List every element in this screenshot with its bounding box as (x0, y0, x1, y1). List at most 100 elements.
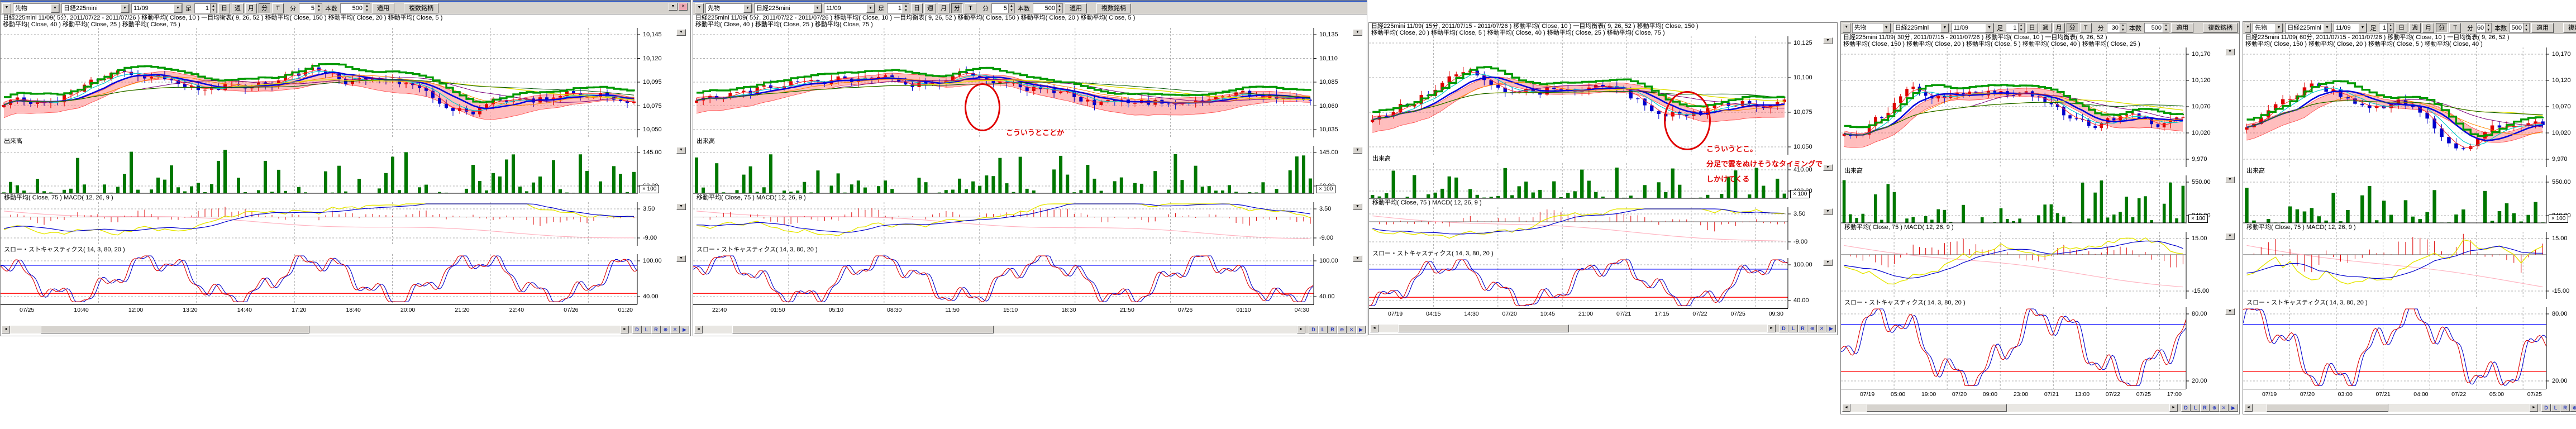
volume-chart-plot[interactable] (2243, 175, 2576, 223)
price-chart[interactable]: 10,14510,12010,09510,07510,050▼ (1, 28, 690, 137)
scroll-right-button[interactable]: ► (621, 326, 629, 333)
spin-down-icon[interactable]: ▼ (2163, 28, 2169, 32)
stochastics-chart-plot[interactable] (693, 254, 1367, 304)
scroll-left-button[interactable]: ◄ (2, 326, 10, 333)
section-scroll-down-button[interactable]: ▼ (1353, 255, 1362, 262)
section-scroll-down-button[interactable]: ▼ (676, 147, 686, 154)
period-button-1[interactable]: 週 (2409, 23, 2421, 33)
tool-button-1[interactable]: L (2551, 404, 2560, 412)
spin-up-icon[interactable]: ▲ (2388, 23, 2393, 28)
section-scroll-down-button[interactable]: ▼ (1823, 208, 1833, 215)
market-select[interactable]: 先物▼ (1852, 23, 1891, 33)
contract-month-select[interactable]: 11/09▼ (131, 3, 183, 13)
tool-button-0[interactable]: D (632, 326, 642, 333)
symbol-select[interactable]: 日経225mini▼ (1893, 23, 1950, 33)
section-scroll-down-button[interactable]: ▼ (1353, 29, 1362, 36)
period-button-0[interactable]: 日 (911, 3, 923, 13)
tool-button-4[interactable]: ✕ (1347, 326, 1356, 333)
chevron-down-icon[interactable]: ▼ (743, 4, 752, 13)
tool-button-0[interactable]: D (1779, 325, 1788, 332)
spin-down-icon[interactable]: ▼ (316, 8, 322, 13)
tool-button-5[interactable]: ▶ (1826, 325, 1836, 332)
spin-down-icon[interactable]: ▼ (1009, 8, 1014, 13)
scrollbar-track[interactable] (10, 326, 621, 333)
scroll-left-button[interactable]: ◄ (2244, 404, 2253, 412)
price-chart[interactable]: 10,17010,12010,07010,0209,970▼ (1841, 47, 2239, 167)
scrollbar-thumb[interactable] (1867, 404, 2007, 412)
market-select[interactable]: 先物▼ (705, 3, 752, 13)
bars-count-spinner[interactable]: 500▲▼ (340, 3, 370, 13)
period-button-1[interactable]: 週 (924, 3, 936, 13)
chevron-down-icon[interactable]: ▼ (1882, 23, 1891, 32)
spin-down-icon[interactable]: ▼ (903, 8, 909, 13)
spin-up-icon[interactable]: ▲ (1009, 4, 1014, 8)
section-scroll-down-button[interactable]: ▼ (1823, 164, 1833, 171)
scrollbar-track[interactable] (2253, 404, 2530, 412)
window-close-button[interactable]: ✕ (679, 3, 688, 11)
scroll-right-button[interactable]: ► (2169, 404, 2178, 412)
tool-button-4[interactable]: ✕ (1817, 325, 1826, 332)
stochastics-chart[interactable]: 80.0020.00▼ (1841, 307, 2239, 389)
macd-chart-plot[interactable] (2243, 232, 2576, 299)
price-chart[interactable]: 10,12510,10010,07510,050▼ (1369, 36, 1837, 155)
spin-up-icon[interactable]: ▲ (2523, 23, 2529, 28)
chevron-down-icon[interactable]: ▼ (813, 4, 822, 13)
spin-down-icon[interactable]: ▼ (1057, 8, 1062, 13)
scrollbar-thumb[interactable] (41, 326, 309, 333)
volume-chart-plot[interactable] (1, 146, 690, 194)
market-select[interactable]: 先物▼ (13, 3, 60, 13)
macd-chart[interactable]: 3.50-9.00▼ (1369, 207, 1837, 250)
scrollbar-track[interactable] (1850, 404, 2169, 412)
spin-down-icon[interactable]: ▼ (2523, 28, 2529, 32)
chevron-down-icon[interactable]: ▼ (2358, 23, 2367, 32)
spin-down-icon[interactable]: ▼ (364, 8, 370, 13)
price-chart-plot[interactable] (2243, 47, 2576, 167)
tool-button-3[interactable]: ⊕ (661, 326, 670, 333)
tool-button-5[interactable]: ▶ (1356, 326, 1366, 333)
stochastics-chart[interactable]: 80.0020.00▼ (2243, 307, 2576, 389)
tick-interval-spinner[interactable]: 1▲▼ (2006, 23, 2025, 33)
spin-down-icon[interactable]: ▼ (2120, 28, 2126, 32)
minutes-spinner[interactable]: 5▲▼ (991, 3, 1015, 13)
period-button-2[interactable]: 月 (2053, 23, 2065, 33)
scrollbar-thumb[interactable] (1398, 325, 1569, 332)
scroll-left-button[interactable]: ◄ (1842, 404, 1850, 412)
tool-button-0[interactable]: D (2181, 404, 2191, 412)
macd-chart[interactable]: 3.50-9.00▼ (693, 202, 1367, 246)
section-scroll-down-button[interactable]: ▼ (676, 29, 686, 36)
stochastics-chart-plot[interactable] (1, 254, 690, 304)
chevron-down-icon[interactable]: ▼ (121, 4, 129, 13)
tick-interval-spinner[interactable]: 1▲▼ (2379, 23, 2394, 33)
spin-up-icon[interactable]: ▲ (2486, 23, 2491, 28)
macd-chart-plot[interactable] (1369, 207, 1837, 250)
period-button-1[interactable]: 週 (232, 3, 244, 13)
section-scroll-down-button[interactable]: ▼ (1823, 259, 1833, 266)
toolbar-collapse-button[interactable]: ▼ (2245, 23, 2251, 33)
tool-button-2[interactable]: R (1798, 325, 1807, 332)
multi-symbol-button[interactable]: 複数銘柄 (2203, 23, 2238, 33)
scrollbar-track[interactable] (703, 326, 1297, 333)
tool-button-1[interactable]: L (642, 326, 651, 333)
horizontal-scrollbar[interactable]: ◄►DLR⊕✕▶ (1370, 325, 1836, 332)
spin-up-icon[interactable]: ▲ (316, 4, 322, 8)
tool-button-1[interactable]: L (2191, 404, 2200, 412)
tool-button-3[interactable]: ⊕ (1807, 325, 1817, 332)
spin-up-icon[interactable]: ▲ (211, 4, 216, 8)
tool-button-2[interactable]: R (2560, 404, 2570, 412)
section-scroll-down-button[interactable]: ▼ (676, 255, 686, 262)
volume-chart[interactable]: 550.00240.00▼× 100 (1841, 175, 2239, 223)
section-scroll-down-button[interactable]: ▼ (1353, 147, 1362, 154)
price-chart[interactable]: 10,17010,12010,07010,0209,970▼ (2243, 47, 2576, 167)
section-scroll-down-button[interactable]: ▼ (2225, 177, 2235, 183)
tool-button-0[interactable]: D (1309, 326, 1318, 333)
macd-chart[interactable]: 15.00-15.00▼ (2243, 232, 2576, 299)
tool-button-2[interactable]: R (1328, 326, 1337, 333)
price-chart-plot[interactable] (1841, 47, 2239, 167)
period-button-3[interactable]: 分 (259, 3, 270, 13)
bars-count-spinner[interactable]: 500▲▼ (1033, 3, 1063, 13)
section-scroll-down-button[interactable]: ▼ (2225, 308, 2235, 315)
stochastics-chart[interactable]: 100.0040.00▼ (1, 254, 690, 304)
contract-month-select[interactable]: 11/09▼ (824, 3, 875, 13)
minutes-spinner[interactable]: 5▲▼ (299, 3, 322, 13)
window-minimize-button[interactable]: ▼ (669, 3, 678, 11)
